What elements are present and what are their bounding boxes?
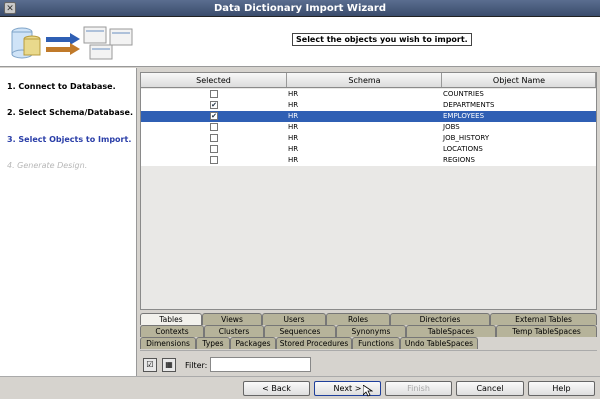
tab-undo-tablespaces[interactable]: Undo TableSpaces: [400, 337, 478, 349]
row-schema: HR: [288, 156, 299, 164]
table-row[interactable]: ✔ HR DEPARTMENTS: [141, 100, 596, 111]
row-checkbox[interactable]: ✔: [210, 100, 218, 109]
wizard-steps: 1. Connect to Database. 2. Select Schema…: [0, 68, 137, 376]
row-object-name: DEPARTMENTS: [443, 101, 495, 109]
tab-functions[interactable]: Functions: [352, 337, 400, 349]
back-button[interactable]: < Back: [243, 381, 310, 396]
row-selected-cell: [141, 155, 287, 166]
tab-directories[interactable]: Directories: [390, 313, 490, 325]
tab-row-2: Contexts Clusters Sequences Synonyms Tab…: [140, 325, 597, 337]
row-object-name: REGIONS: [443, 156, 475, 164]
row-schema: HR: [288, 101, 299, 109]
row-schema: HR: [288, 112, 299, 120]
row-object-name: LOCATIONS: [443, 145, 483, 153]
select-all-icon[interactable]: ☑: [143, 358, 157, 372]
row-checkbox[interactable]: [210, 155, 218, 164]
row-object-name: EMPLOYEES: [443, 112, 485, 120]
row-selected-cell: [141, 144, 287, 155]
step-select-schema[interactable]: 2. Select Schema/Database.: [7, 108, 133, 117]
row-selected-cell: ✔: [141, 100, 287, 111]
objects-table: Selected Schema Object Name HR COUNTRIES ✔…: [140, 72, 597, 310]
row-checkbox[interactable]: [210, 89, 218, 98]
filter-input[interactable]: [210, 357, 311, 372]
table-row[interactable]: HR JOB_HISTORY: [141, 133, 596, 144]
row-checkbox[interactable]: [210, 122, 218, 131]
tab-tables[interactable]: Tables: [140, 313, 202, 325]
finish-button: Finish: [385, 381, 452, 396]
row-checkbox[interactable]: [210, 144, 218, 153]
row-selected-cell: [141, 133, 287, 144]
tab-views[interactable]: Views: [202, 313, 262, 325]
step-connect[interactable]: 1. Connect to Database.: [7, 82, 116, 91]
filter-bar: ☑ ▦ Filter:: [140, 350, 597, 375]
deselect-all-icon[interactable]: ▦: [162, 358, 176, 372]
row-selected-cell: ✔: [141, 111, 287, 122]
window-title: Data Dictionary Import Wizard: [213, 3, 387, 14]
step-select-objects[interactable]: 3. Select Objects to Import.: [7, 135, 131, 144]
help-button[interactable]: Help: [528, 381, 595, 396]
table-row[interactable]: HR COUNTRIES: [141, 89, 596, 100]
table-row[interactable]: HR JOBS: [141, 122, 596, 133]
tab-tablespaces[interactable]: TableSpaces: [406, 325, 496, 337]
filter-label: Filter:: [185, 361, 208, 370]
tab-roles[interactable]: Roles: [326, 313, 390, 325]
tab-row-3: Dimensions Types Packages Stored Procedu…: [140, 337, 478, 349]
mouse-pointer-icon: [363, 385, 373, 397]
row-object-name: JOB_HISTORY: [443, 134, 490, 142]
row-checkbox[interactable]: ✔: [210, 111, 218, 120]
tab-temp-tablespaces[interactable]: Temp TableSpaces: [496, 325, 597, 337]
row-schema: HR: [288, 90, 299, 98]
column-selected[interactable]: Selected: [141, 73, 287, 87]
tab-sequences[interactable]: Sequences: [264, 325, 336, 337]
column-object-name[interactable]: Object Name: [442, 73, 596, 87]
close-icon[interactable]: ✕: [4, 2, 16, 14]
row-schema: HR: [288, 123, 299, 131]
step-generate-design: 4. Generate Design.: [7, 161, 88, 170]
wizard-footer: < Back Next > Finish Cancel Help: [0, 376, 600, 399]
row-object-name: COUNTRIES: [443, 90, 484, 98]
row-selected-cell: [141, 89, 287, 100]
tab-row-1: Tables Views Users Roles Directories Ext…: [140, 313, 597, 325]
tab-clusters[interactable]: Clusters: [204, 325, 264, 337]
tab-contexts[interactable]: Contexts: [140, 325, 204, 337]
tab-dimensions[interactable]: Dimensions: [140, 337, 196, 349]
tab-external-tables[interactable]: External Tables: [490, 313, 597, 325]
row-object-name: JOBS: [443, 123, 460, 131]
cancel-button[interactable]: Cancel: [456, 381, 524, 396]
table-row[interactable]: HR LOCATIONS: [141, 144, 596, 155]
tab-types[interactable]: Types: [196, 337, 230, 349]
row-schema: HR: [288, 134, 299, 142]
table-row[interactable]: ✔ HR EMPLOYEES: [141, 111, 596, 122]
tab-packages[interactable]: Packages: [230, 337, 276, 349]
tab-users[interactable]: Users: [262, 313, 326, 325]
tab-stored-procedures[interactable]: Stored Procedures: [276, 337, 352, 349]
tab-synonyms[interactable]: Synonyms: [336, 325, 406, 337]
column-schema[interactable]: Schema: [287, 73, 442, 87]
row-checkbox[interactable]: [210, 133, 218, 142]
title-bar: ✕ Data Dictionary Import Wizard: [0, 0, 600, 17]
table-header: Selected Schema Object Name: [141, 73, 596, 88]
database-transfer-icon: [11, 26, 133, 60]
table-row[interactable]: HR REGIONS: [141, 155, 596, 166]
row-schema: HR: [288, 145, 299, 153]
wizard-header: Select the objects you wish to import.: [0, 17, 600, 67]
row-selected-cell: [141, 122, 287, 133]
instruction-label: Select the objects you wish to import.: [292, 33, 472, 46]
